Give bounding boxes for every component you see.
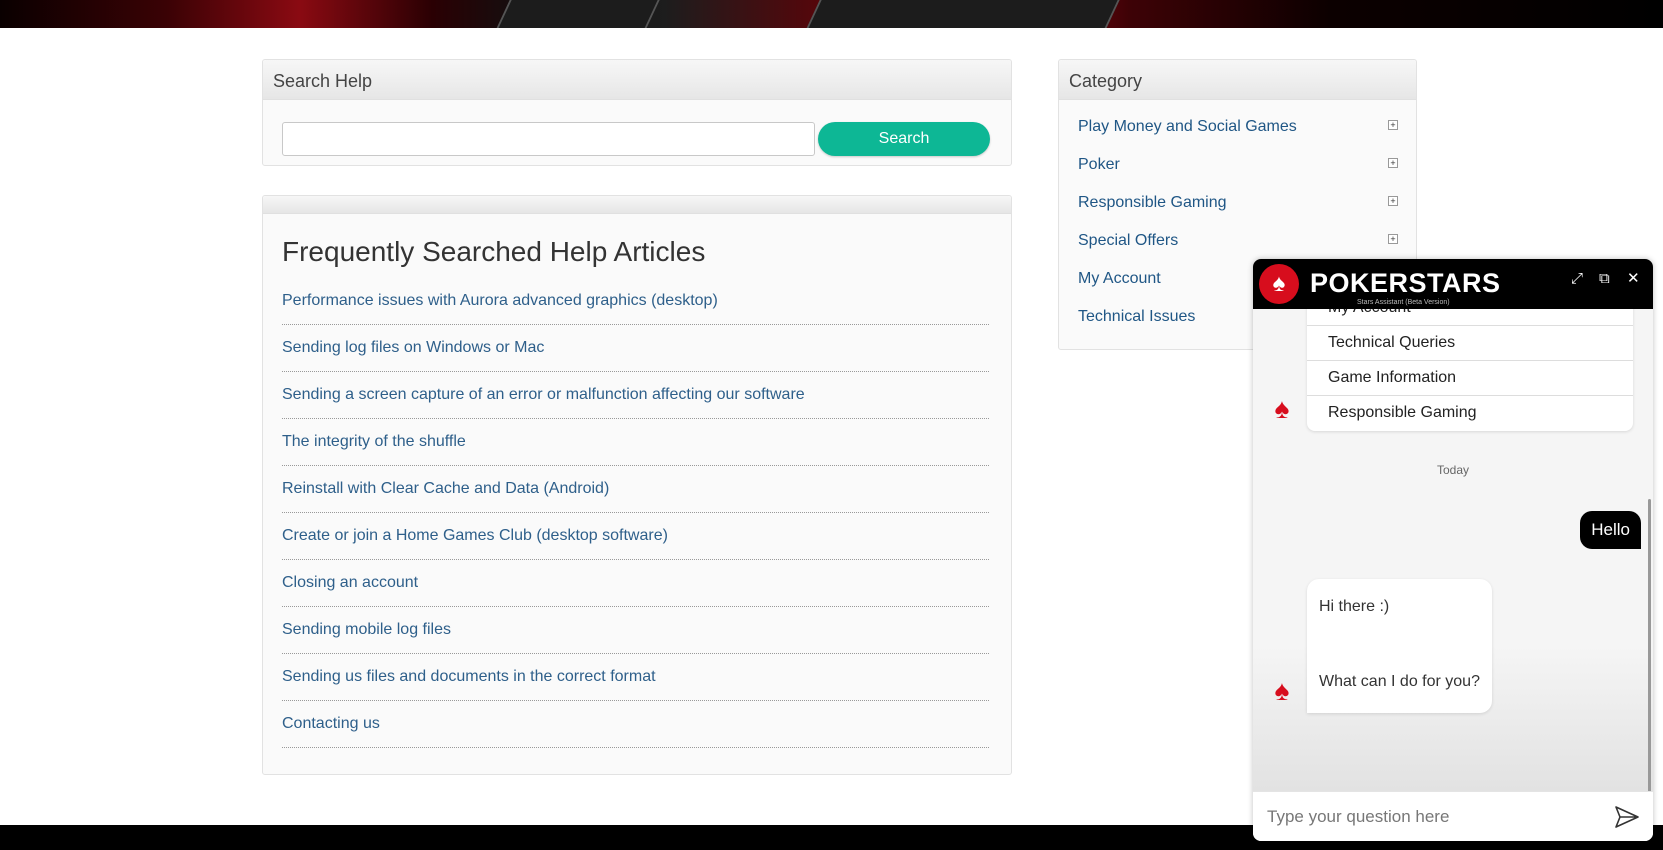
expand-plus-icon[interactable]: +: [1388, 234, 1398, 244]
chat-widget: ♠ POKERSTARS Stars Assistant (Beta Versi…: [1253, 259, 1653, 841]
bot-message: Hi there :) What can I do for you?: [1307, 579, 1492, 713]
chat-scrollbar[interactable]: [1648, 499, 1651, 791]
quick-reply-option[interactable]: My Account: [1307, 309, 1633, 326]
search-help-title: Search Help: [263, 60, 1011, 100]
restore-icon[interactable]: ⧉: [1599, 271, 1610, 286]
category-label[interactable]: Technical Issues: [1078, 308, 1195, 325]
expand-plus-icon[interactable]: +: [1388, 158, 1398, 168]
category-item[interactable]: Play Money and Social Games +: [1078, 118, 1398, 156]
faq-article-link[interactable]: Performance issues with Aurora advanced …: [282, 278, 989, 325]
bot-avatar-icon: ♠: [1274, 675, 1290, 706]
faq-article-link[interactable]: Closing an account: [282, 560, 989, 607]
user-message: Hello: [1580, 511, 1641, 549]
faq-article-link[interactable]: Sending mobile log files: [282, 607, 989, 654]
quick-reply-option[interactable]: Technical Queries: [1307, 326, 1633, 361]
category-item[interactable]: Poker +: [1078, 156, 1398, 194]
chat-brand: POKERSTARS: [1310, 268, 1501, 298]
category-label[interactable]: Special Offers: [1078, 232, 1178, 249]
chat-subtitle: Stars Assistant (Beta Version): [1357, 299, 1450, 306]
faq-list: Performance issues with Aurora advanced …: [282, 278, 989, 748]
date-divider: Today: [1436, 463, 1470, 477]
expand-plus-icon[interactable]: +: [1388, 196, 1398, 206]
faq-article-link[interactable]: Sending a screen capture of an error or …: [282, 372, 989, 419]
chat-message-input[interactable]: [1267, 806, 1597, 828]
close-icon[interactable]: ✕: [1627, 271, 1640, 286]
quick-reply-option[interactable]: Responsible Gaming: [1307, 396, 1633, 431]
faq-article-link[interactable]: The integrity of the shuffle: [282, 419, 989, 466]
faq-panel: Frequently Searched Help Articles Perfor…: [262, 195, 1012, 775]
top-banner: [0, 0, 1663, 28]
faq-article-link[interactable]: Reinstall with Clear Cache and Data (And…: [282, 466, 989, 513]
category-title: Category: [1059, 60, 1416, 100]
bot-message-line: Hi there :): [1319, 598, 1390, 615]
chat-input-bar: [1253, 791, 1653, 841]
pokerstars-logo-icon: ♠: [1259, 264, 1299, 304]
faq-article-link[interactable]: Sending us files and documents in the co…: [282, 654, 989, 701]
chat-header: ♠ POKERSTARS Stars Assistant (Beta Versi…: [1253, 259, 1653, 309]
expand-plus-icon[interactable]: +: [1388, 120, 1398, 130]
faq-panel-header: [263, 196, 1011, 214]
bot-message-line: What can I do for you?: [1319, 673, 1480, 690]
faq-title: Frequently Searched Help Articles: [282, 236, 706, 267]
category-label[interactable]: My Account: [1078, 270, 1161, 287]
category-item[interactable]: Responsible Gaming +: [1078, 194, 1398, 232]
search-input[interactable]: [282, 122, 815, 156]
category-label[interactable]: Play Money and Social Games: [1078, 118, 1297, 135]
search-help-panel: Search Help Search: [262, 59, 1012, 166]
bot-avatar-icon: ♠: [1274, 393, 1290, 424]
category-label[interactable]: Responsible Gaming: [1078, 194, 1227, 211]
faq-article-link[interactable]: Sending log files on Windows or Mac: [282, 325, 989, 372]
quick-reply-option[interactable]: Game Information: [1307, 361, 1633, 396]
faq-article-link[interactable]: Contacting us: [282, 701, 989, 748]
expand-icon[interactable]: ⤢: [1571, 271, 1583, 286]
category-label[interactable]: Poker: [1078, 156, 1120, 173]
chat-messages: My Account Technical Queries Game Inform…: [1253, 309, 1653, 791]
quick-reply-menu: My Account Technical Queries Game Inform…: [1307, 309, 1633, 431]
search-button[interactable]: Search: [818, 122, 990, 156]
send-icon[interactable]: [1613, 803, 1641, 831]
faq-article-link[interactable]: Create or join a Home Games Club (deskto…: [282, 513, 989, 560]
